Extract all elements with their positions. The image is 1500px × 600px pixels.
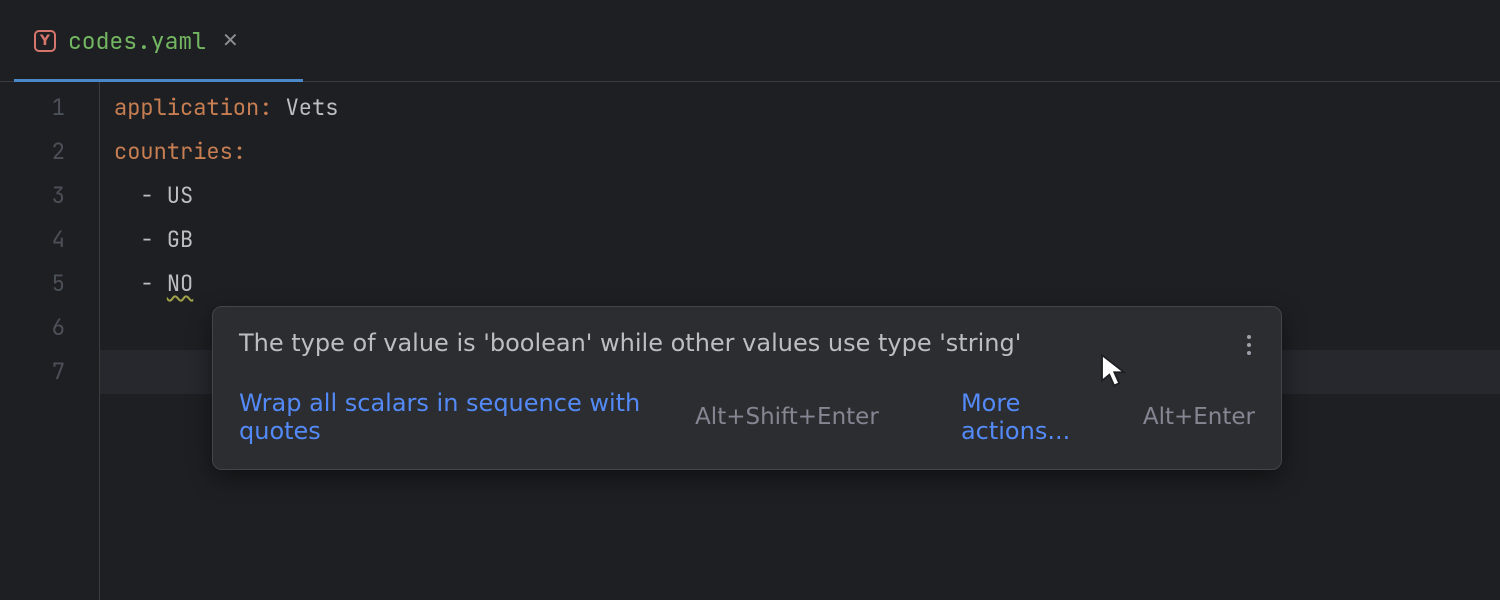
yaml-file-icon: Y xyxy=(34,30,56,52)
line-number: 5 xyxy=(0,262,99,306)
code-line: - GB xyxy=(100,218,1500,262)
more-actions-shortcut: Alt+Enter xyxy=(1143,404,1255,430)
editor-tabbar: Y codes.yaml xyxy=(0,0,1500,82)
code-line: application: Vets xyxy=(100,86,1500,130)
line-number: 4 xyxy=(0,218,99,262)
quick-fix-shortcut: Alt+Shift+Enter xyxy=(695,404,879,430)
line-number: 1 xyxy=(0,86,99,130)
code-line: - US xyxy=(100,174,1500,218)
code-line: countries: xyxy=(100,130,1500,174)
line-number: 6 xyxy=(0,306,99,350)
close-tab-button[interactable] xyxy=(218,28,243,52)
line-number: 7 xyxy=(0,350,99,394)
line-number: 2 xyxy=(0,130,99,174)
warning-token-no[interactable]: NO xyxy=(167,269,193,298)
quick-fix-wrap-scalars[interactable]: Wrap all scalars in sequence with quotes xyxy=(239,389,667,445)
popup-more-menu-icon[interactable] xyxy=(1243,331,1255,355)
line-number: 3 xyxy=(0,174,99,218)
code-line: - NO xyxy=(100,262,1500,306)
file-tab-label: codes.yaml xyxy=(68,26,206,56)
more-actions-link[interactable]: More actions... xyxy=(961,389,1115,445)
file-tab-codes-yaml[interactable]: Y codes.yaml xyxy=(14,0,263,81)
inspection-message: The type of value is 'boolean' while oth… xyxy=(239,329,1243,357)
line-number-gutter: 1 2 3 4 5 6 7 xyxy=(0,82,100,600)
inspection-popup: The type of value is 'boolean' while oth… xyxy=(212,306,1282,470)
